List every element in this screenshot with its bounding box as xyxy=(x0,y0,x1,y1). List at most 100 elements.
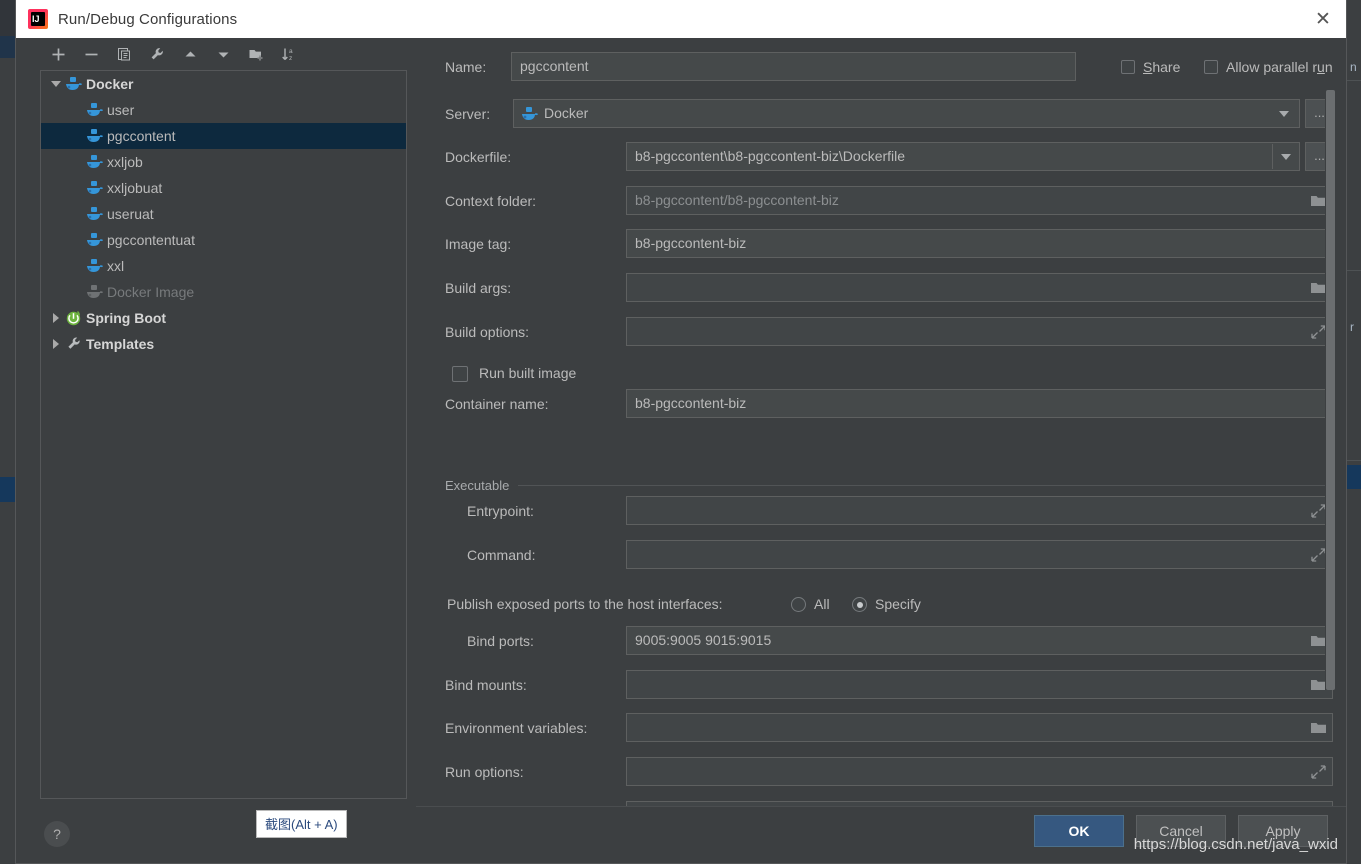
svg-text:a: a xyxy=(289,48,293,55)
docker-icon xyxy=(522,107,538,120)
screenshot-tooltip: 截图(Alt + A) xyxy=(256,810,347,838)
docker-icon xyxy=(87,285,103,298)
build-args-label: Build args: xyxy=(445,280,512,296)
allow-parallel-run-checkbox[interactable] xyxy=(1204,60,1218,74)
ide-right-strip xyxy=(1347,0,1361,864)
tree-item-pgccontentuat[interactable]: pgccontentuat xyxy=(41,227,406,253)
bind-ports-input[interactable]: 9005:9005 9015:9015 xyxy=(626,626,1333,655)
name-input[interactable]: pgccontent xyxy=(511,52,1076,81)
image-tag-row: Image tag: b8-pgccontent-biz xyxy=(416,229,1346,259)
ide-right-line-2 xyxy=(1347,270,1361,271)
close-icon[interactable]: ✕ xyxy=(1300,0,1346,38)
tree-item-docker-image[interactable]: Docker Image xyxy=(41,279,406,305)
name-label: Name: xyxy=(445,59,487,75)
copy-configuration-button[interactable] xyxy=(108,40,141,68)
ide-left-segment-c xyxy=(0,455,15,477)
share-checkbox[interactable] xyxy=(1121,60,1135,74)
build-args-row: Build args: xyxy=(416,273,1346,303)
image-tag-input[interactable]: b8-pgccontent-biz xyxy=(626,229,1333,258)
environment-variables-input[interactable] xyxy=(626,713,1333,742)
settings-form: Name: pgccontent Share Allow parallel ru… xyxy=(416,38,1346,807)
environment-variables-label: Environment variables: xyxy=(445,720,588,736)
tree-item-docker[interactable]: Docker xyxy=(41,71,406,97)
build-options-input[interactable] xyxy=(626,317,1333,346)
docker-icon xyxy=(87,181,103,194)
dockerfile-combo[interactable]: b8-pgccontent\b8-pgccontent-biz\Dockerfi… xyxy=(626,142,1300,171)
chevron-right-icon[interactable] xyxy=(49,310,65,326)
help-button[interactable]: ? xyxy=(44,821,70,847)
executable-section-line xyxy=(518,485,1333,486)
ide-right-line-1 xyxy=(1347,80,1361,81)
tree-item-useruat[interactable]: useruat xyxy=(41,201,406,227)
bind-mounts-input[interactable] xyxy=(626,670,1333,699)
configurations-tree[interactable]: Docker user pgccontent xxljob xxljobuat … xyxy=(40,70,407,799)
ide-right-highlight xyxy=(1347,465,1361,489)
docker-icon xyxy=(87,103,103,116)
tree-item-pgccontent[interactable]: pgccontent xyxy=(41,123,406,149)
settings-scrollbar[interactable] xyxy=(1325,90,1336,690)
command-input[interactable] xyxy=(626,540,1333,569)
tree-item-user[interactable]: user xyxy=(41,97,406,123)
tree-item-templates[interactable]: Templates xyxy=(41,331,406,357)
run-options-input[interactable] xyxy=(626,757,1333,786)
publish-ports-specify-radio[interactable] xyxy=(852,597,867,612)
tree-item-xxljobuat[interactable]: xxljobuat xyxy=(41,175,406,201)
bind-mounts-row: Bind mounts: xyxy=(416,670,1346,700)
chevron-right-icon[interactable] xyxy=(49,336,65,352)
tree-item-label: Docker Image xyxy=(107,284,195,300)
bind-ports-value: 9005:9005 9015:9015 xyxy=(635,632,772,648)
executable-section-title: Executable xyxy=(445,478,510,493)
docker-icon xyxy=(87,233,103,246)
tree-item-label: user xyxy=(107,102,135,118)
tree-item-label: xxljobuat xyxy=(107,180,163,196)
ide-left-segment-a xyxy=(0,0,15,36)
new-folder-button[interactable] xyxy=(240,40,273,68)
context-folder-row: Context folder: b8-pgccontent/b8-pgccont… xyxy=(416,186,1346,216)
container-name-row: Container name: b8-pgccontent-biz xyxy=(416,389,1346,419)
move-down-button[interactable] xyxy=(207,40,240,68)
ide-left-segment-d xyxy=(0,477,15,502)
build-args-input[interactable] xyxy=(626,273,1333,302)
combo-separator xyxy=(1272,144,1273,169)
move-up-button[interactable] xyxy=(174,40,207,68)
window-title: Run/Debug Configurations xyxy=(58,10,238,28)
dialog-titlebar: Run/Debug Configurations ✕ xyxy=(16,0,1346,38)
tree-item-label: Docker xyxy=(86,76,134,92)
context-folder-input[interactable]: b8-pgccontent/b8-pgccontent-biz xyxy=(626,186,1333,215)
tree-item-xxljob[interactable]: xxljob xyxy=(41,149,406,175)
server-combo[interactable]: Docker xyxy=(513,99,1300,128)
publish-ports-all-radio[interactable] xyxy=(791,597,806,612)
tree-item-label: Templates xyxy=(86,336,155,352)
docker-icon xyxy=(87,155,103,168)
settings-scroll-area: Name: pgccontent Share Allow parallel ru… xyxy=(416,38,1346,807)
docker-icon xyxy=(87,259,103,272)
settings-scrollbar-thumb[interactable] xyxy=(1326,90,1335,690)
edit-templates-button[interactable] xyxy=(141,40,174,68)
tree-item-xxl[interactable]: xxl xyxy=(41,253,406,279)
run-debug-configurations-dialog: Run/Debug Configurations ✕ xyxy=(15,0,1347,864)
server-row: Server: Docker ... xyxy=(416,99,1346,129)
tree-item-spring-boot[interactable]: Spring Boot xyxy=(41,305,406,331)
folder-icon[interactable] xyxy=(1310,720,1327,736)
chevron-down-icon[interactable] xyxy=(49,76,65,92)
chevron-down-icon xyxy=(1281,154,1291,160)
run-built-image-checkbox[interactable] xyxy=(452,366,468,382)
ok-button[interactable]: OK xyxy=(1034,815,1124,847)
publish-ports-row: Publish exposed ports to the host interf… xyxy=(416,589,1346,619)
tree-item-label: xxljob xyxy=(107,154,143,170)
expand-icon[interactable] xyxy=(1310,764,1327,780)
run-options-row: Run options: xyxy=(416,757,1346,787)
add-configuration-button[interactable] xyxy=(42,40,75,68)
bind-mounts-label: Bind mounts: xyxy=(445,677,527,693)
dockerfile-label: Dockerfile: xyxy=(445,149,512,165)
sort-az-button[interactable]: a z xyxy=(273,40,306,68)
share-label: Share xyxy=(1143,59,1181,75)
remove-configuration-button[interactable] xyxy=(75,40,108,68)
container-name-input[interactable]: b8-pgccontent-biz xyxy=(626,389,1333,418)
entrypoint-input[interactable] xyxy=(626,496,1333,525)
